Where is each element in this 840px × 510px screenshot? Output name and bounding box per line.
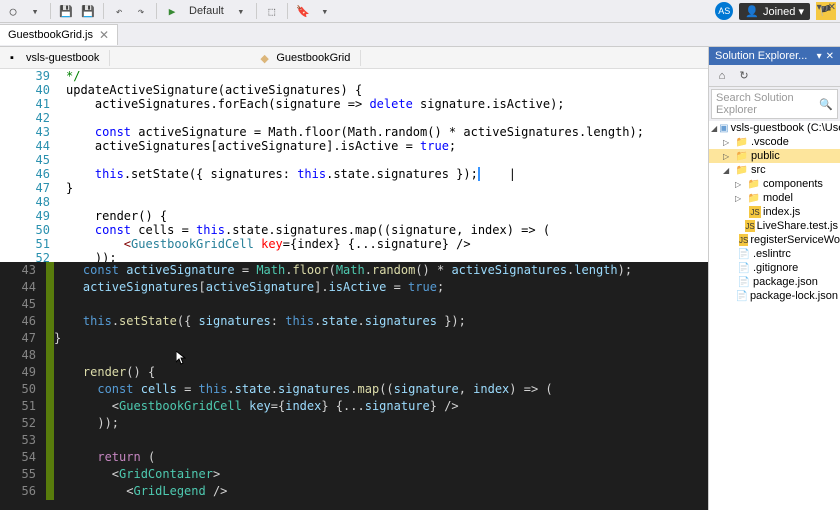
panel-close-icon[interactable]: ✕ bbox=[826, 51, 834, 62]
folder-icon: 📁 bbox=[735, 164, 749, 176]
folder-icon: 📁 bbox=[747, 192, 761, 204]
panel-title-bar: Solution Explorer... ▾✕ bbox=[709, 47, 840, 65]
folder-icon: 📁 bbox=[735, 150, 749, 162]
tree-folder[interactable]: ▷📁model bbox=[709, 191, 840, 205]
file-icon: 📄 bbox=[737, 262, 751, 274]
js-file-icon: JS bbox=[739, 234, 748, 246]
tree-folder[interactable]: ▷📁.vscode bbox=[709, 135, 840, 149]
liveshare-status-badge[interactable]: 👤Joined ▾ bbox=[739, 3, 810, 20]
js-file-icon: JS bbox=[745, 220, 754, 232]
undo-icon[interactable]: ↶ bbox=[110, 2, 128, 20]
tree-folder[interactable]: ▷📁components bbox=[709, 177, 840, 191]
config-dropdown[interactable]: Default bbox=[185, 5, 228, 17]
tree-file[interactable]: 📄package-lock.json bbox=[709, 289, 840, 303]
nav-class-dropdown[interactable]: ◆ GuestbookGrid bbox=[250, 50, 361, 66]
editor-tab[interactable]: GuestbookGrid.js ✕ bbox=[0, 24, 118, 45]
solution-tree[interactable]: ◢▣vsls-guestbook (C:\User ▷📁.vscode ▷📁pu… bbox=[709, 121, 840, 510]
solution-explorer-panel: Solution Explorer... ▾✕ ⌂ ↻ Search Solut… bbox=[708, 47, 840, 510]
more-icon[interactable]: ▾ bbox=[316, 2, 334, 20]
config-chevron-icon[interactable]: ▾ bbox=[232, 2, 250, 20]
panel-toolbar: ⌂ ↻ bbox=[709, 65, 840, 87]
tree-file[interactable]: JSLiveShare.test.js bbox=[709, 219, 840, 233]
redo-icon[interactable]: ↷ bbox=[132, 2, 150, 20]
nav-namespace-dropdown[interactable]: ▪ vsls-guestbook bbox=[0, 50, 110, 66]
file-icon: 📄 bbox=[737, 248, 751, 260]
class-icon: ◆ bbox=[260, 52, 272, 64]
tree-file[interactable]: JSindex.js bbox=[709, 205, 840, 219]
remote-cursor bbox=[478, 167, 480, 181]
light-code-editor[interactable]: 39*/ 40updateActiveSignature(activeSigna… bbox=[0, 69, 708, 262]
tree-file[interactable]: JSregisterServiceWor bbox=[709, 233, 840, 247]
tool-icon[interactable]: ⬚ bbox=[263, 2, 281, 20]
tree-file[interactable]: 📄.gitignore bbox=[709, 261, 840, 275]
tree-folder-selected[interactable]: ▷📁public bbox=[709, 149, 840, 163]
tree-folder[interactable]: ◢📁src bbox=[709, 163, 840, 177]
module-icon: ▪ bbox=[10, 52, 22, 64]
user-avatar[interactable]: AS bbox=[715, 2, 733, 20]
tab-label: GuestbookGrid.js bbox=[8, 29, 93, 41]
folder-icon: 📁 bbox=[747, 178, 761, 190]
nav-fwd-icon[interactable]: ▾ bbox=[26, 2, 44, 20]
refresh-icon[interactable]: ↻ bbox=[735, 67, 753, 85]
main-toolbar: ◯ ▾ 💾 💾 ↶ ↷ ▶ Default ▾ ⬚ 🔖 ▾ AS 👤Joined… bbox=[0, 0, 840, 23]
panel-pin-icon[interactable]: ▾ bbox=[817, 51, 822, 62]
bookmark-icon[interactable]: 🔖 bbox=[294, 2, 312, 20]
folder-icon: 📁 bbox=[735, 136, 749, 148]
search-icon: 🔍 bbox=[819, 98, 833, 111]
solution-icon: ▣ bbox=[719, 122, 728, 134]
run-icon[interactable]: ▶ bbox=[163, 2, 181, 20]
save-icon[interactable]: 💾 bbox=[57, 2, 75, 20]
tree-file[interactable]: 📄.eslintrc bbox=[709, 247, 840, 261]
file-icon: 📄 bbox=[735, 290, 747, 302]
tab-close-icon[interactable]: ✕ bbox=[99, 28, 109, 42]
tree-root[interactable]: ◢▣vsls-guestbook (C:\User bbox=[709, 121, 840, 135]
code-nav-bar: ▪ vsls-guestbook ◆ GuestbookGrid bbox=[0, 47, 708, 69]
editor-tab-bar: GuestbookGrid.js ✕ bbox=[0, 23, 840, 47]
js-file-icon: JS bbox=[749, 206, 761, 218]
window-controls: ▾ ✕ bbox=[817, 2, 836, 13]
dark-code-editor[interactable]: 43 const activeSignature = Math.floor(Ma… bbox=[0, 262, 708, 510]
window-pin-icon[interactable]: ▾ bbox=[817, 2, 822, 13]
home-icon[interactable]: ⌂ bbox=[713, 67, 731, 85]
file-icon: 📄 bbox=[737, 276, 751, 288]
tree-file[interactable]: 📄package.json bbox=[709, 275, 840, 289]
save-all-icon[interactable]: 💾 bbox=[79, 2, 97, 20]
window-close-icon[interactable]: ✕ bbox=[828, 2, 836, 13]
nav-back-icon[interactable]: ◯ bbox=[4, 2, 22, 20]
solution-search-input[interactable]: Search Solution Explorer 🔍 bbox=[711, 89, 838, 119]
